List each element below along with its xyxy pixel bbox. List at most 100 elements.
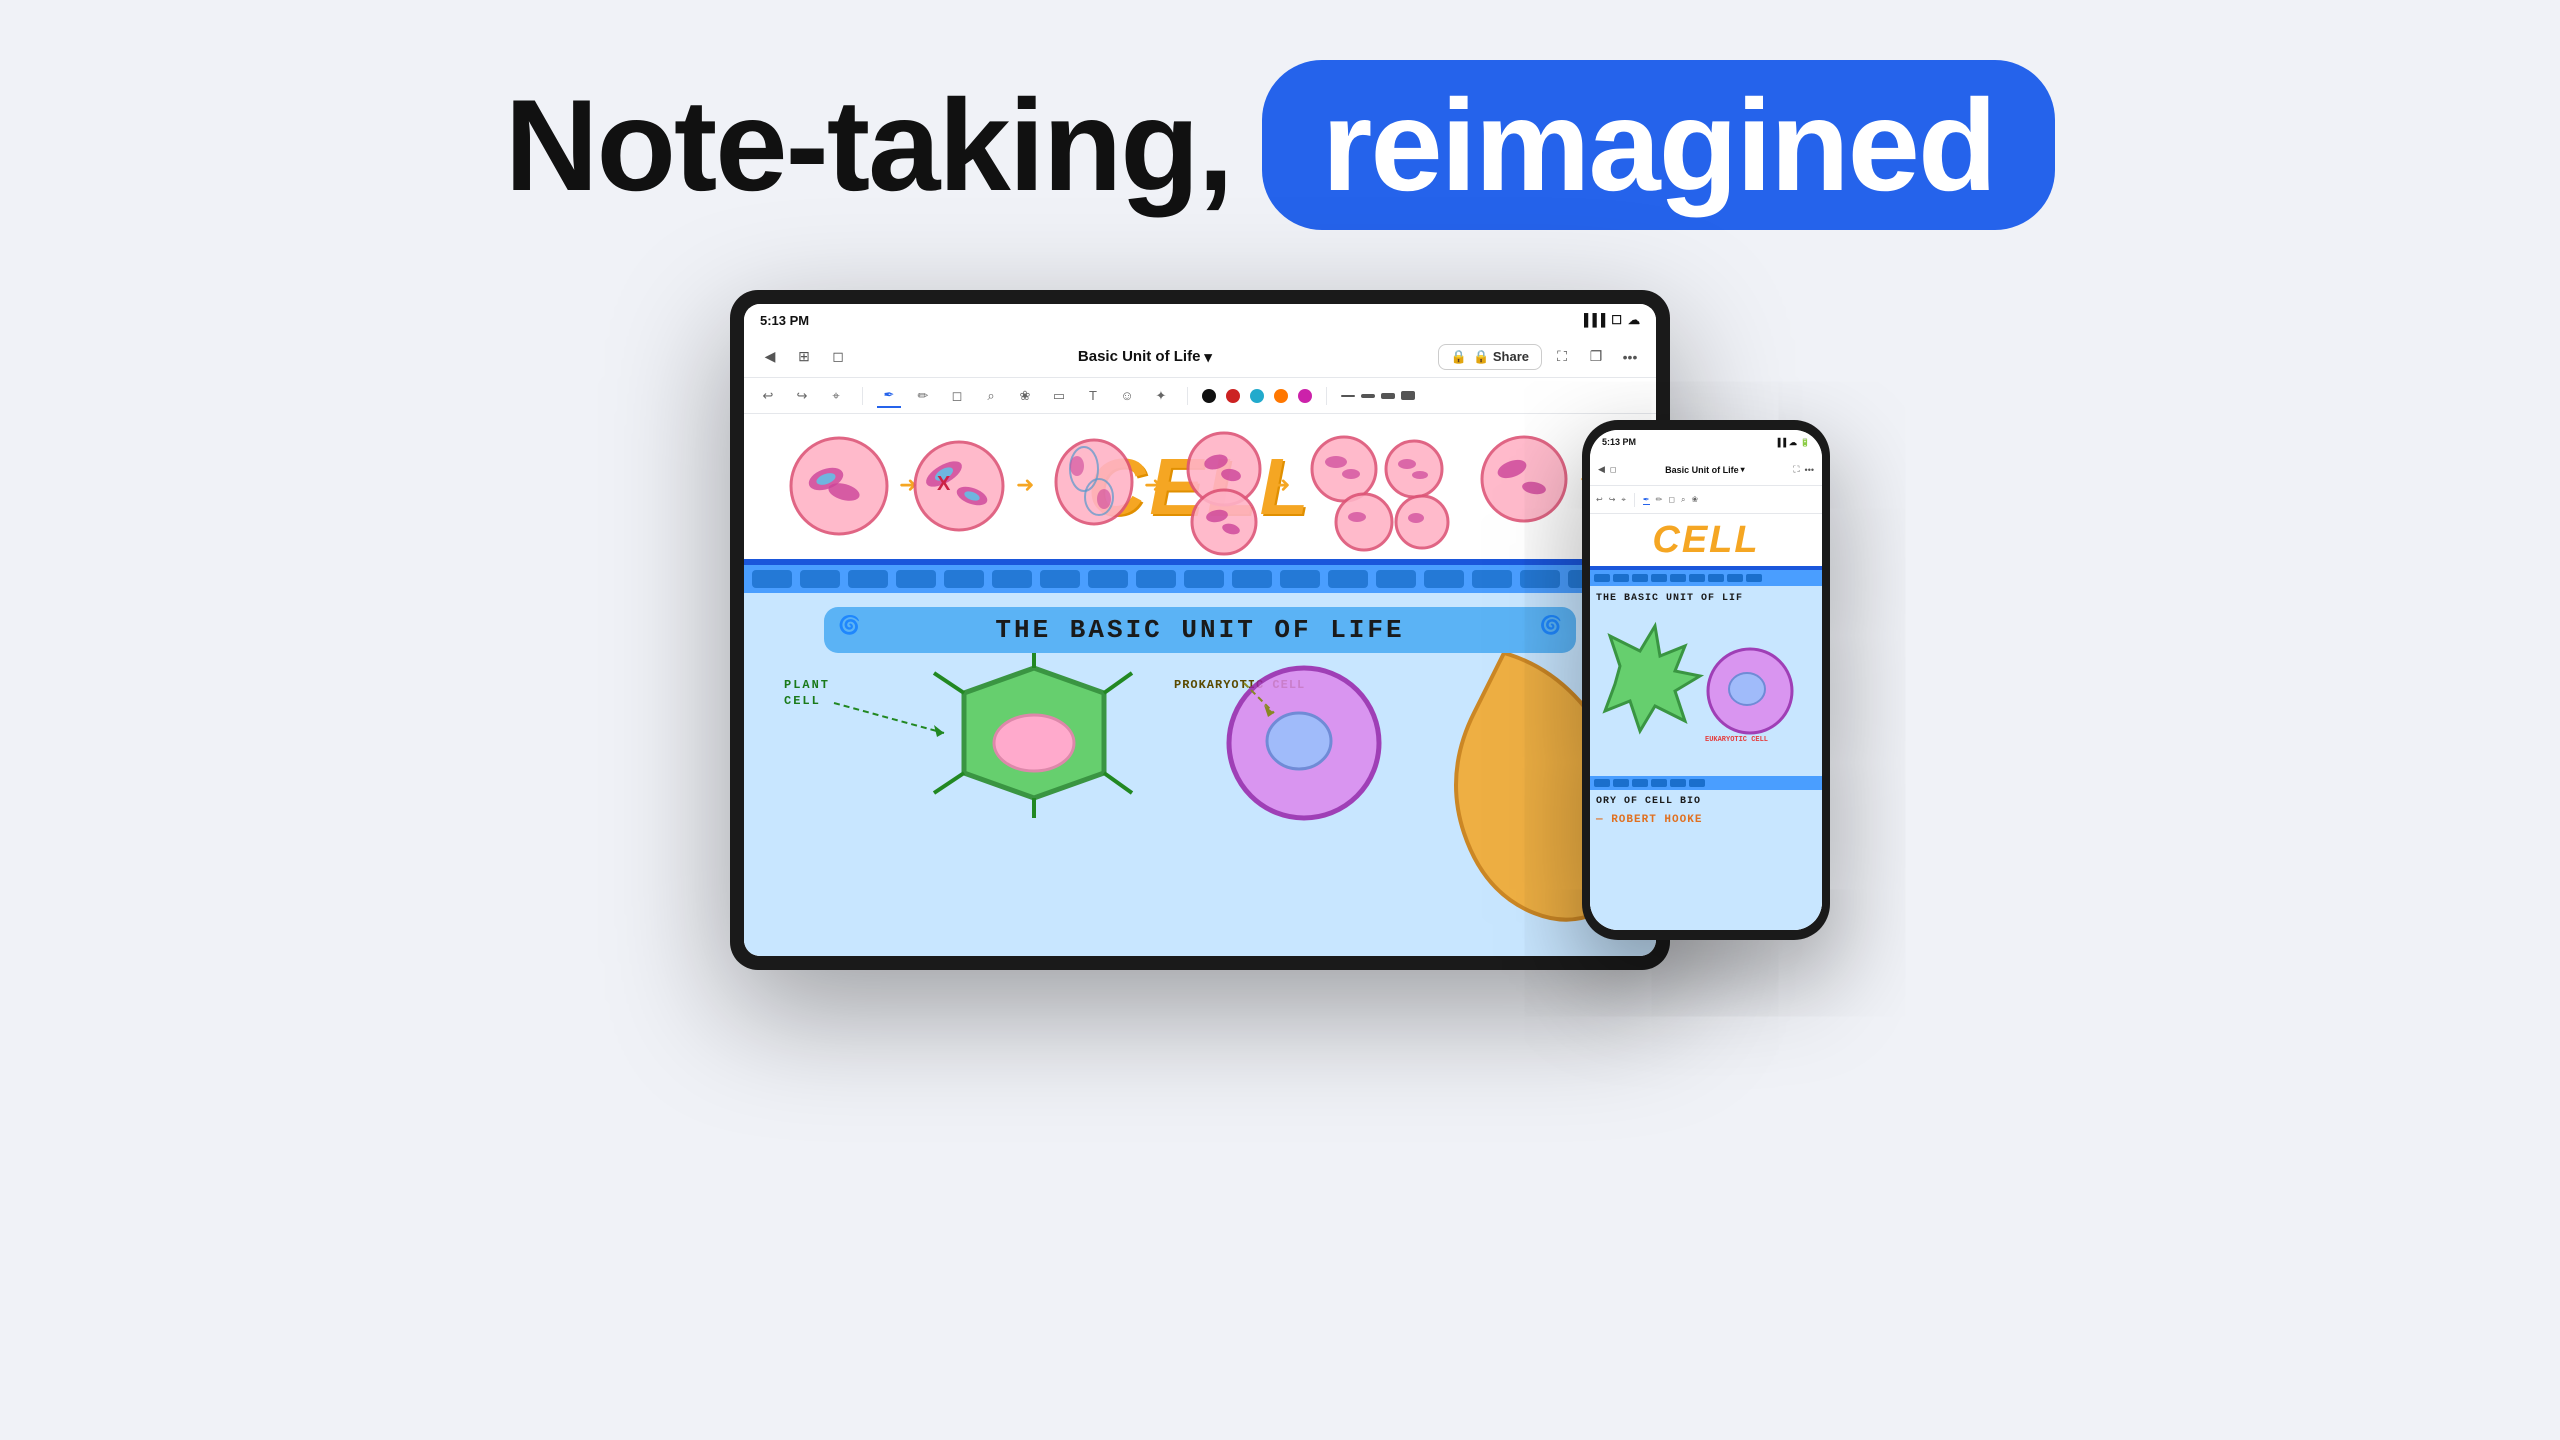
phone-dot-6 (1689, 574, 1705, 582)
thin-line-option[interactable] (1341, 395, 1355, 397)
phone-toolbar-title: Basic Unit of Life ▾ (1622, 465, 1789, 475)
text-tool[interactable]: T (1081, 384, 1105, 408)
undo-tool[interactable]: ↩ (756, 384, 780, 408)
note-bottom-section: 🌀 THE BASIC UNIT OF LIFE 🌀 PLANTCELL PRO… (744, 593, 1656, 956)
phone-cells-svg: EUKARYOTIC CELL (1590, 616, 1822, 776)
phone-toolbar[interactable]: ◀ ◻ Basic Unit of Life ▾ ⛶ ••• (1590, 454, 1822, 486)
tablet-content: CELL ➜ (744, 414, 1656, 956)
phone-dot-4 (1651, 574, 1667, 582)
share-button[interactable]: 🔒 🔒 Share (1438, 344, 1542, 370)
mitosis-cells-svg: ➜ X ➜ (744, 414, 1656, 559)
new-note-button[interactable]: ◻ (824, 343, 852, 371)
emoji-tool[interactable]: ☺ (1115, 384, 1139, 408)
phone-expand-button[interactable]: ⛶ (1793, 464, 1799, 475)
pencil-tool[interactable]: ✏ (911, 384, 935, 408)
blue-dot-10 (1184, 570, 1224, 588)
phone-dot-3 (1632, 574, 1648, 582)
phone-status-icons: ▐▐ ☁ 🔋 (1775, 438, 1810, 447)
headline: Note-taking, reimagined (505, 60, 2056, 230)
toolbar-actions: 🔒 🔒 Share ⛶ ❐ ••• (1438, 343, 1644, 371)
blue-dot-13 (1328, 570, 1368, 588)
copy-button[interactable]: ❐ (1582, 343, 1610, 371)
blue-dot-2 (800, 570, 840, 588)
phone-dot-9 (1746, 574, 1762, 582)
color-orange[interactable] (1274, 389, 1288, 403)
phone-drawing-bar[interactable]: ↩ ↪ ⌖ ✒ ✏ ◻ ⌕ ❀ (1590, 486, 1822, 514)
toolbar-separator-1 (862, 387, 863, 405)
phone-pencil-tool[interactable]: ✏ (1656, 495, 1663, 504)
color-red[interactable] (1226, 389, 1240, 403)
phone-eraser-tool[interactable]: ◻ (1668, 495, 1675, 504)
thick-line-option[interactable] (1381, 393, 1395, 399)
phone-bottom-content: THE BASIC UNIT OF LIF EUKARYOTIC CELL (1590, 586, 1822, 930)
phone-separator (1634, 493, 1635, 507)
blue-dot-15 (1424, 570, 1464, 588)
phone-note-icon[interactable]: ◻ (1610, 465, 1617, 474)
blue-dot-5 (944, 570, 984, 588)
phone-dot-2 (1613, 574, 1629, 582)
svg-text:➜: ➜ (1272, 472, 1290, 497)
phone-lasso[interactable]: ⌖ (1621, 495, 1626, 505)
medium-line-option[interactable] (1361, 394, 1375, 398)
phone-pen-tool[interactable]: ✒ (1643, 495, 1650, 505)
toolbar-separator-2 (1187, 387, 1188, 405)
phone-redo[interactable]: ↪ (1609, 495, 1616, 504)
back-button[interactable]: ◀ (756, 343, 784, 371)
phone-undo[interactable]: ↩ (1596, 495, 1603, 504)
lock-icon: 🔒 (1451, 349, 1467, 365)
eraser-tool[interactable]: ◻ (945, 384, 969, 408)
phone-screen: 5:13 PM ▐▐ ☁ 🔋 ◀ ◻ Basic Unit of Life ▾ … (1590, 430, 1822, 930)
tablet-toolbar[interactable]: ◀ ⊞ ◻ Basic Unit of Life ▾ 🔒 🔒 Share ⛶ ❐… (744, 336, 1656, 378)
phone-time: 5:13 PM (1602, 437, 1636, 447)
share-label: 🔒 Share (1473, 349, 1529, 365)
note-content: CELL ➜ (744, 414, 1656, 956)
phone-basic-unit-partial: THE BASIC UNIT OF LIF (1590, 586, 1822, 607)
blue-dot-8 (1088, 570, 1128, 588)
cells-drawing-area: PLANTCELL PROKARYOTIC CELL (744, 663, 1656, 956)
image-tool[interactable]: ▭ (1047, 384, 1071, 408)
svg-text:X: X (937, 473, 951, 495)
shapes-tool[interactable]: ❀ (1013, 384, 1037, 408)
search-tool[interactable]: ⌕ (979, 384, 1003, 408)
phone-dot-8 (1727, 574, 1743, 582)
phone-back-button[interactable]: ◀ (1598, 464, 1605, 475)
fullscreen-button[interactable]: ⛶ (1548, 343, 1576, 371)
headline-badge: reimagined (1262, 60, 2056, 230)
devices-container: 5:13 PM ▐▐▐ ☐ ☁ ◀ ⊞ ◻ Basic Unit of Life… (730, 290, 1830, 1270)
laser-tool[interactable]: ✦ (1149, 384, 1173, 408)
phone-cell-title: CELL (1652, 519, 1759, 562)
redo-tool[interactable]: ↪ (790, 384, 814, 408)
color-cyan[interactable] (1250, 389, 1264, 403)
color-black[interactable] (1202, 389, 1216, 403)
line-thickness-options (1341, 391, 1415, 400)
grid-button[interactable]: ⊞ (790, 343, 818, 371)
phone-blue-dots-row (1590, 570, 1822, 586)
drawing-toolbar[interactable]: ↩ ↪ ⌖ ✒ ✏ ◻ ⌕ ❀ ▭ T ☺ ✦ (744, 378, 1656, 414)
phone-shapes-tool[interactable]: ❀ (1691, 495, 1698, 504)
pen-tool[interactable]: ✒ (877, 384, 901, 408)
lasso-tool[interactable]: ⌖ (824, 384, 848, 408)
phone-more-button[interactable]: ••• (1805, 465, 1814, 475)
blue-dot-11 (1232, 570, 1272, 588)
blue-dot-12 (1280, 570, 1320, 588)
toolbar-nav: ◀ ⊞ ◻ (756, 343, 852, 371)
thickest-line-option[interactable] (1401, 391, 1415, 400)
phone-search-tool[interactable]: ⌕ (1681, 495, 1685, 505)
blue-dot-17 (1520, 570, 1560, 588)
phone-dot-1 (1594, 574, 1610, 582)
basic-unit-text: THE BASIC UNIT OF LIFE (995, 615, 1404, 645)
toolbar-title: Basic Unit of Life ▾ (860, 348, 1430, 366)
tablet-device: 5:13 PM ▐▐▐ ☐ ☁ ◀ ⊞ ◻ Basic Unit of Life… (730, 290, 1670, 970)
blue-dot-16 (1472, 570, 1512, 588)
note-top-area: CELL ➜ (744, 414, 1656, 559)
basic-unit-banner: 🌀 THE BASIC UNIT OF LIFE 🌀 (824, 607, 1576, 653)
more-button[interactable]: ••• (1616, 343, 1644, 371)
phone-chevron-icon: ▾ (1741, 465, 1745, 474)
blue-dot-1 (752, 570, 792, 588)
blue-dot-14 (1376, 570, 1416, 588)
swirl-left-icon: 🌀 (838, 615, 860, 636)
color-pink[interactable] (1298, 389, 1312, 403)
blue-dot-3 (848, 570, 888, 588)
headline-plain-text: Note-taking, (505, 70, 1232, 220)
blue-dot-7 (1040, 570, 1080, 588)
